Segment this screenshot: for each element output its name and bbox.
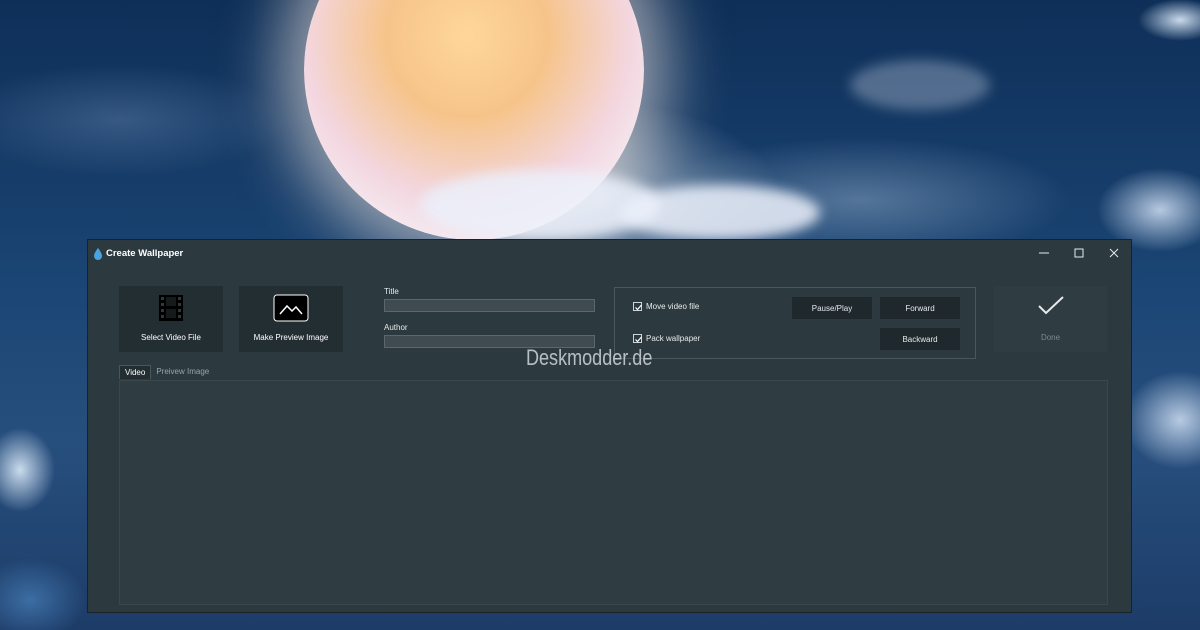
maximize-icon xyxy=(1074,248,1083,258)
make-preview-button[interactable]: Make Preview Image xyxy=(239,286,343,352)
author-label: Author xyxy=(384,323,408,332)
image-icon xyxy=(273,294,309,324)
cloud xyxy=(620,185,820,240)
move-video-checkbox-row[interactable]: Move video file xyxy=(633,302,699,311)
pause-play-button[interactable]: Pause/Play xyxy=(792,297,872,319)
select-video-label: Select Video File xyxy=(141,333,201,342)
select-video-button[interactable]: Select Video File xyxy=(119,286,223,352)
video-preview-area xyxy=(119,380,1108,605)
checkmark-icon xyxy=(635,304,642,311)
minimize-icon xyxy=(1038,252,1049,254)
maximize-button[interactable] xyxy=(1061,240,1096,266)
minimize-button[interactable] xyxy=(1026,240,1061,266)
snowy-tree-left xyxy=(0,400,90,630)
close-icon xyxy=(1109,248,1118,258)
checkmark-icon xyxy=(635,336,642,343)
options-panel: Move video file Pack wallpaper Pause/Pla… xyxy=(614,287,976,359)
done-label: Done xyxy=(1040,333,1061,342)
tab-bar: Video Preivew Image xyxy=(119,365,214,379)
done-button[interactable]: Done xyxy=(994,286,1107,352)
close-button[interactable] xyxy=(1096,240,1131,266)
create-wallpaper-window: Create Wallpaper Select Video File Make … xyxy=(88,240,1131,612)
title-input[interactable] xyxy=(384,299,595,312)
title-label: Title xyxy=(384,287,399,296)
tab-preview-image[interactable]: Preivew Image xyxy=(151,365,214,379)
make-preview-label: Make Preview Image xyxy=(253,333,329,342)
pack-wallpaper-checkbox-row[interactable]: Pack wallpaper xyxy=(633,334,700,343)
pack-wallpaper-checkbox[interactable] xyxy=(633,334,642,343)
watermark: Deskmodder.de xyxy=(526,345,653,370)
window-title: Create Wallpaper xyxy=(106,247,184,259)
droplet-icon xyxy=(93,247,103,260)
checkmark-icon xyxy=(1038,296,1064,315)
tab-video[interactable]: Video xyxy=(119,365,152,379)
forward-button[interactable]: Forward xyxy=(880,297,960,319)
move-video-checkbox[interactable] xyxy=(633,302,642,311)
title-bar[interactable]: Create Wallpaper xyxy=(88,240,1131,266)
pack-wallpaper-label: Pack wallpaper xyxy=(646,334,701,343)
move-video-label: Move video file xyxy=(646,302,700,311)
backward-button[interactable]: Backward xyxy=(880,328,960,350)
cloud xyxy=(850,60,990,110)
film-icon xyxy=(158,294,184,324)
